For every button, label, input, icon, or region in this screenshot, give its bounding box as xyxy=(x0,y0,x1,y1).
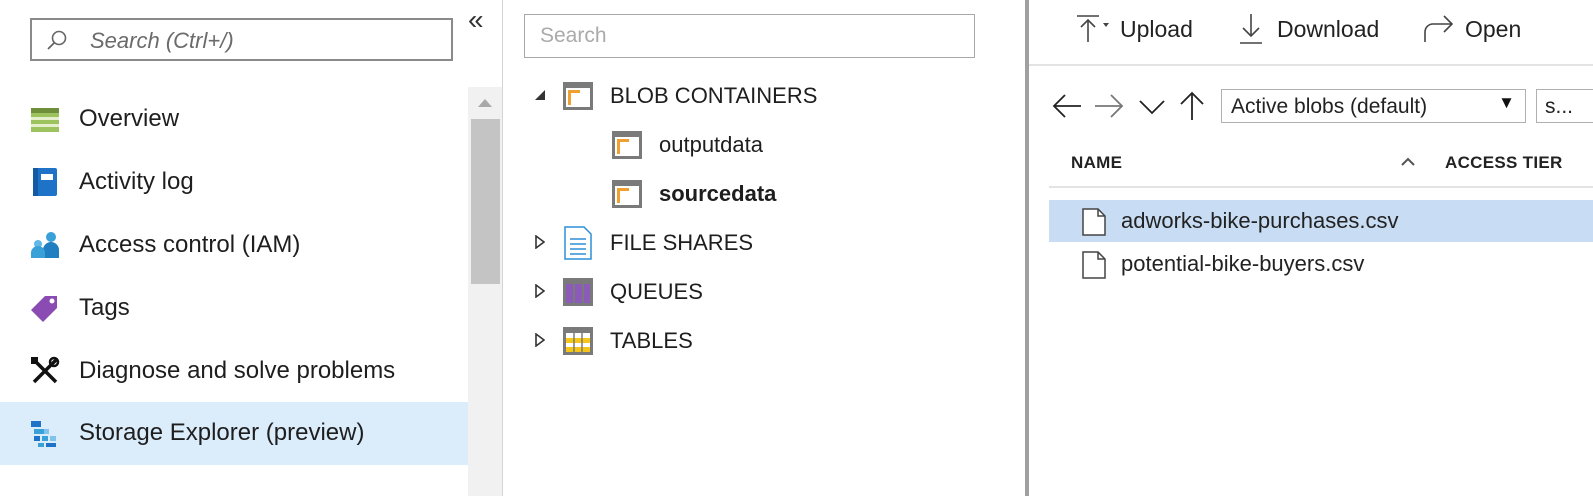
nav-item-label: Activity log xyxy=(79,168,194,195)
scroll-up-arrow-icon[interactable] xyxy=(478,99,492,107)
file-icon xyxy=(1082,208,1106,236)
blob-container-icon xyxy=(563,82,593,110)
search-icon xyxy=(47,30,67,50)
overview-icon xyxy=(31,108,59,132)
tree-node-queues[interactable]: QUEUES xyxy=(530,272,1000,312)
file-icon xyxy=(1082,251,1106,279)
file-name: potential-bike-buyers.csv xyxy=(1121,251,1365,276)
secondary-select[interactable]: s... xyxy=(1536,89,1593,123)
table-icon xyxy=(563,327,593,355)
tree-node-label: outputdata xyxy=(659,132,763,157)
nav-item-storage-explorer[interactable]: Storage Explorer (preview) xyxy=(0,402,468,465)
open-arrow-icon xyxy=(1424,15,1454,42)
tag-icon xyxy=(31,296,57,322)
splitter-handle[interactable] xyxy=(1025,0,1029,496)
collapse-menu-button[interactable]: « xyxy=(468,4,484,36)
wrench-icon xyxy=(31,356,60,384)
resource-menu: Search (Ctrl+/) « Overview Activity log … xyxy=(0,0,503,496)
panel-divider xyxy=(502,0,503,496)
menu-scrollbar[interactable] xyxy=(468,87,502,496)
toolbar-separator xyxy=(1029,64,1593,66)
secondary-select-value: s... xyxy=(1545,95,1574,118)
tree-node-tables[interactable]: TABLES xyxy=(530,321,1000,361)
column-header-access-tier[interactable]: ACCESS TIER xyxy=(1445,153,1563,173)
upload-label: Upload xyxy=(1120,16,1193,42)
chevron-down-icon[interactable] xyxy=(1136,90,1168,122)
open-button[interactable]: Open xyxy=(1422,12,1532,48)
collapsed-triangle-icon[interactable] xyxy=(535,333,545,347)
table-row[interactable]: potential-bike-buyers.csv xyxy=(1049,243,1593,285)
nav-item-access-control[interactable]: Access control (IAM) xyxy=(0,214,468,277)
upload-button[interactable]: Upload xyxy=(1075,12,1200,48)
up-arrow-icon[interactable] xyxy=(1176,90,1208,122)
download-label: Download xyxy=(1277,16,1380,42)
file-share-icon xyxy=(564,226,592,260)
tree-node-label: BLOB CONTAINERS xyxy=(610,83,818,108)
dropdown-arrow-icon: ▼ xyxy=(1498,93,1515,112)
expanded-triangle-icon[interactable] xyxy=(534,89,546,101)
tree-node-blob-containers[interactable]: BLOB CONTAINERS xyxy=(530,76,1000,116)
tree-search-box[interactable] xyxy=(524,14,975,58)
file-name: adworks-bike-purchases.csv xyxy=(1121,208,1399,233)
nav-item-label: Diagnose and solve problems xyxy=(79,357,396,384)
activity-log-icon xyxy=(33,168,57,196)
collapsed-triangle-icon[interactable] xyxy=(535,284,545,298)
nav-item-label: Storage Explorer (preview) xyxy=(79,419,365,446)
tree-node-label: QUEUES xyxy=(610,279,703,304)
nav-item-diagnose[interactable]: Diagnose and solve problems xyxy=(0,340,468,403)
access-control-icon xyxy=(31,232,59,258)
sort-ascending-icon[interactable] xyxy=(1400,154,1416,170)
open-label: Open xyxy=(1465,16,1522,42)
download-icon xyxy=(1240,14,1262,44)
nav-item-tags[interactable]: Tags xyxy=(0,277,468,340)
menu-search-placeholder: Search (Ctrl+/) xyxy=(90,28,234,53)
container-icon xyxy=(612,180,642,208)
nav-item-overview[interactable]: Overview xyxy=(0,88,468,151)
container-icon xyxy=(612,131,642,159)
nav-item-label: Tags xyxy=(79,294,130,321)
tree-search-input[interactable] xyxy=(538,15,962,57)
forward-arrow-icon[interactable] xyxy=(1093,90,1125,122)
queue-icon xyxy=(563,278,593,306)
blob-view-value: Active blobs (default) xyxy=(1231,95,1428,118)
tree-node-file-shares[interactable]: FILE SHARES xyxy=(530,223,1000,263)
nav-item-label: Access control (IAM) xyxy=(79,231,301,258)
upload-icon xyxy=(1077,15,1109,42)
header-separator xyxy=(1049,186,1593,188)
nav-item-activity-log[interactable]: Activity log xyxy=(0,151,468,214)
column-header-name[interactable]: NAME xyxy=(1071,153,1122,173)
table-row[interactable]: adworks-bike-purchases.csv xyxy=(1049,200,1593,242)
storage-explorer-icon xyxy=(31,421,56,447)
scrollbar-thumb[interactable] xyxy=(471,119,500,284)
tree-node-outputdata[interactable]: outputdata xyxy=(600,125,1000,165)
tree-node-label: FILE SHARES xyxy=(610,230,754,255)
back-arrow-icon[interactable] xyxy=(1051,90,1083,122)
download-button[interactable]: Download xyxy=(1237,12,1387,48)
tree-node-sourcedata[interactable]: sourcedata xyxy=(600,174,1000,214)
tree-node-label: sourcedata xyxy=(659,181,777,206)
menu-search-input[interactable]: Search (Ctrl+/) xyxy=(30,18,453,61)
nav-item-label: Overview xyxy=(79,105,180,132)
tree-node-label: TABLES xyxy=(610,328,693,353)
collapsed-triangle-icon[interactable] xyxy=(535,235,545,249)
blob-view-select[interactable]: Active blobs (default) ▼ xyxy=(1221,89,1526,123)
